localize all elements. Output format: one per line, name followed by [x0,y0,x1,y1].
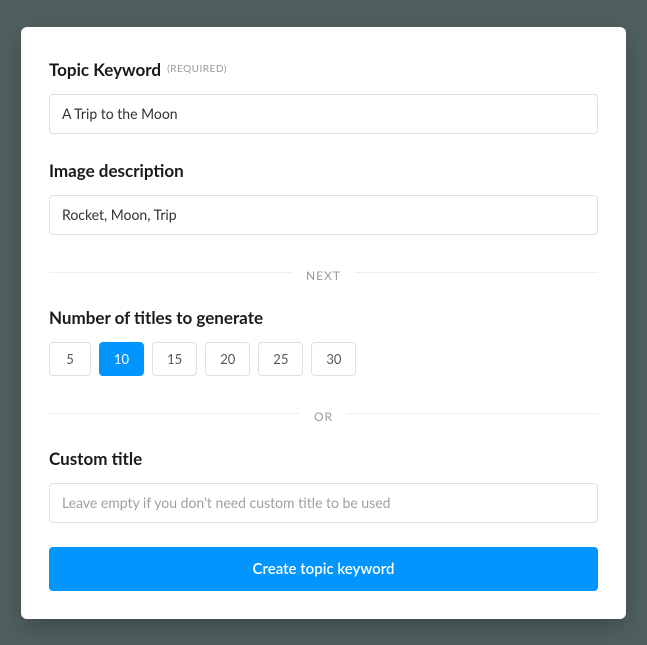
image-description-input[interactable] [49,195,598,235]
titles-option-30[interactable]: 30 [311,342,356,376]
or-divider: OR [49,406,598,420]
image-description-label: Image description [49,160,598,181]
required-tag: (REQUIRED) [167,63,227,75]
form-card: Topic Keyword (REQUIRED) Image descripti… [21,27,626,619]
divider-text-or: OR [300,409,347,424]
custom-title-group: Custom title [49,448,598,523]
label-text: Number of titles to generate [49,307,263,328]
next-divider: NEXT [49,265,598,279]
titles-option-25[interactable]: 25 [258,342,303,376]
label-text: Image description [49,160,184,181]
titles-option-15[interactable]: 15 [152,342,197,376]
topic-keyword-group: Topic Keyword (REQUIRED) [49,59,598,134]
titles-count-label: Number of titles to generate [49,307,598,328]
titles-count-group: Number of titles to generate 51015202530 [49,307,598,376]
topic-keyword-label: Topic Keyword (REQUIRED) [49,59,598,80]
label-text: Topic Keyword [49,59,161,80]
image-description-group: Image description [49,160,598,235]
create-topic-keyword-button[interactable]: Create topic keyword [49,547,598,591]
titles-option-10[interactable]: 10 [99,342,144,376]
titles-option-5[interactable]: 5 [49,342,91,376]
custom-title-input[interactable] [49,483,598,523]
custom-title-label: Custom title [49,448,598,469]
divider-text-next: NEXT [292,268,355,283]
titles-count-options: 51015202530 [49,342,598,376]
topic-keyword-input[interactable] [49,94,598,134]
label-text: Custom title [49,448,142,469]
titles-option-20[interactable]: 20 [205,342,250,376]
